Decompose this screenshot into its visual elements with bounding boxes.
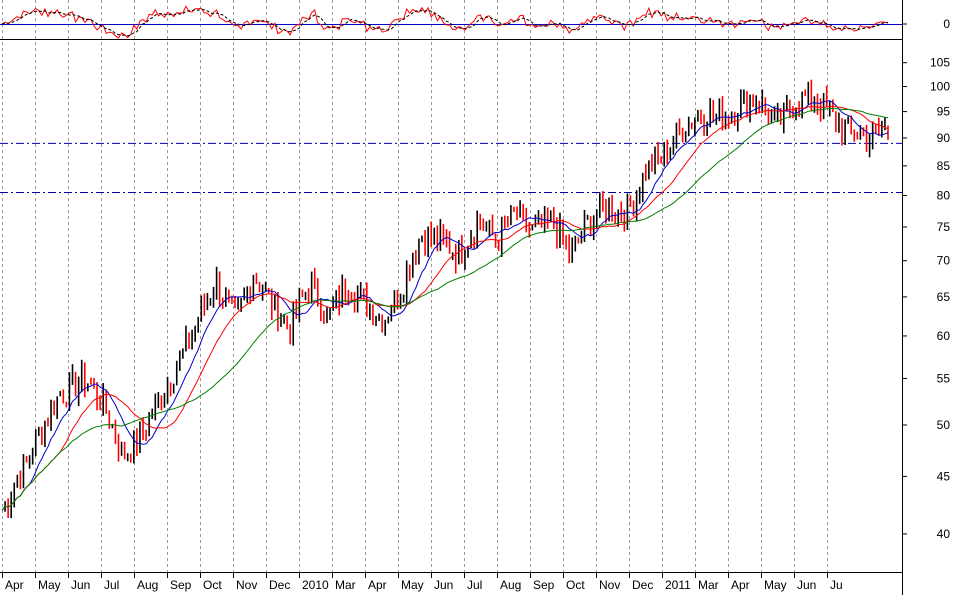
x-tick-label: Ju — [830, 578, 843, 592]
y-tick-label: 45 — [937, 469, 951, 483]
y-tick-label: 80 — [937, 188, 951, 202]
x-tick-label: Nov — [599, 578, 620, 592]
x-tick-label: Oct — [203, 578, 222, 592]
vertical-gridlines — [2, 0, 828, 572]
x-tick-label: 2011 — [665, 578, 691, 592]
oscillator-panel: 0 — [0, 5, 950, 39]
y-tick-label: 75 — [937, 220, 951, 234]
x-tick-label: Apr — [731, 578, 750, 592]
x-tick-label: Nov — [236, 578, 257, 592]
x-tick-label: Jul — [467, 578, 482, 592]
y-tick-label: 40 — [937, 527, 951, 541]
x-tick-label: Apr — [368, 578, 387, 592]
y-tick-label: 55 — [937, 371, 951, 385]
oscillator-y-tick-label: 0 — [943, 17, 950, 31]
x-tick-label: Oct — [566, 578, 585, 592]
y-tick-label: 95 — [937, 105, 951, 119]
chart-frame — [0, 0, 903, 595]
x-tick-label: Jun — [71, 578, 90, 592]
x-axis: Apr May Jun Jul Aug Sep Oct Nov Dec 2010 Mar Apr May… — [2, 572, 843, 592]
stock-chart: 0 40 45 50 55 60 65 70 75 80 85 90 95 100 105 Apr May J… — [0, 0, 950, 595]
y-tick-label: 85 — [937, 159, 951, 173]
x-tick-label: Apr — [5, 578, 24, 592]
x-tick-label: Mar — [698, 578, 719, 592]
x-tick-label: May — [764, 578, 787, 592]
price-bars — [4, 79, 889, 519]
x-tick-label: Jun — [797, 578, 816, 592]
x-tick-label: Dec — [632, 578, 653, 592]
y-tick-label: 70 — [937, 254, 951, 268]
x-tick-label: Sep — [533, 578, 555, 592]
x-tick-label: Mar — [335, 578, 356, 592]
x-tick-label: May — [401, 578, 424, 592]
x-tick-label: Aug — [500, 578, 521, 592]
x-tick-label: Aug — [137, 578, 158, 592]
oscillator-line — [1, 5, 889, 39]
y-tick-label: 60 — [937, 329, 951, 343]
reference-lines — [0, 142, 902, 193]
y-tick-label: 65 — [937, 290, 951, 304]
y-tick-label: 90 — [937, 131, 951, 145]
x-tick-label: May — [38, 578, 61, 592]
x-tick-label: 2010 — [302, 578, 329, 592]
x-tick-label: Jun — [434, 578, 453, 592]
y-tick-label: 50 — [937, 418, 951, 432]
x-tick-label: Sep — [170, 578, 192, 592]
y-tick-label: 105 — [930, 56, 950, 70]
y-axis: 40 45 50 55 60 65 70 75 80 85 90 95 100 105 — [902, 56, 950, 541]
y-tick-label: 100 — [930, 80, 950, 94]
x-tick-label: Dec — [269, 578, 290, 592]
x-tick-label: Jul — [104, 578, 119, 592]
